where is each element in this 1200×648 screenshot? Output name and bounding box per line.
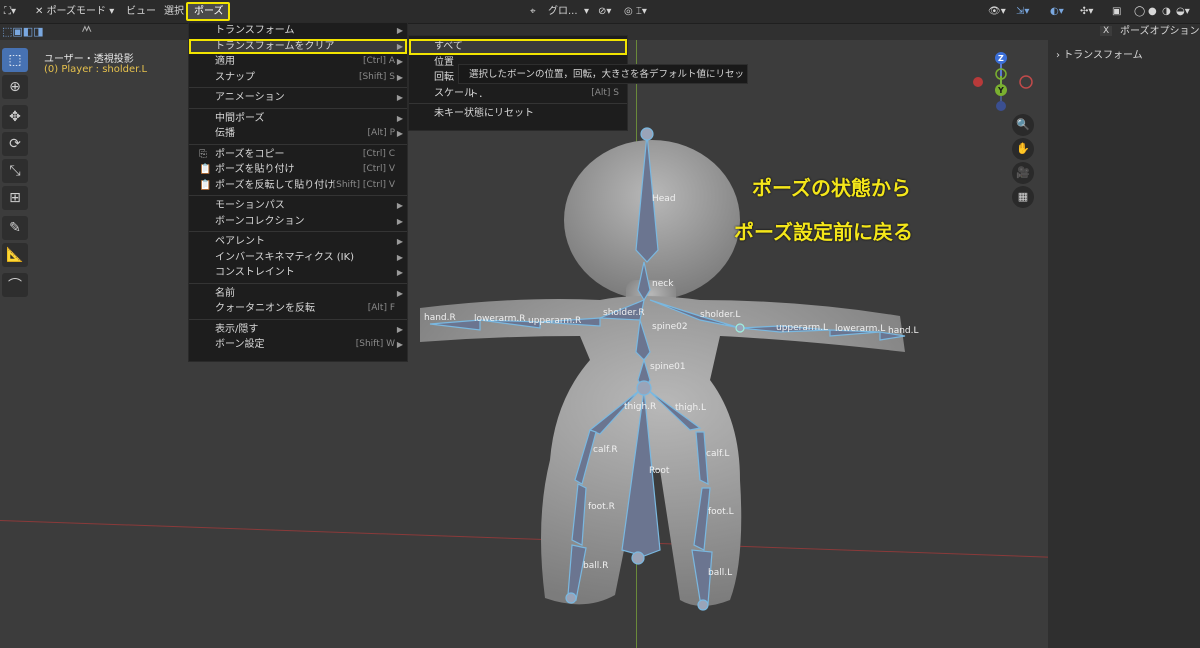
camera-icon[interactable]: 🎥 bbox=[1012, 162, 1034, 184]
bone-label: neck bbox=[652, 279, 674, 289]
scale-icon[interactable]: ⤡ bbox=[2, 159, 28, 183]
menu-item-paste-pose[interactable]: 📋 ポーズを貼り付け [Ctrl] V bbox=[189, 162, 407, 178]
bone-label: thigh.R bbox=[624, 402, 657, 412]
bone-label: ball.R bbox=[583, 561, 609, 571]
annotation-line-1: ポーズの状態から bbox=[752, 176, 911, 200]
viewport-active-object: (0) Player : sholder.L bbox=[44, 64, 148, 75]
bone-label: ball.L bbox=[708, 568, 733, 578]
sidebar-section-label: トランスフォーム bbox=[1063, 50, 1143, 61]
gizmo-y-label: Y bbox=[998, 86, 1004, 95]
move-icon[interactable]: ✥ bbox=[2, 105, 28, 129]
bone-label: foot.L bbox=[708, 507, 734, 517]
menu-item-show-hide[interactable]: 表示/隠す ▶ bbox=[189, 322, 407, 338]
bone-tool-icon[interactable]: ⌒ bbox=[2, 273, 28, 297]
menu-item-propagate[interactable]: 伝播 [Alt] P ▶ bbox=[189, 126, 407, 142]
bone-label: spine01 bbox=[650, 362, 686, 372]
menu-item-clear-transform[interactable]: トランスフォームをクリア ▶ bbox=[189, 38, 407, 54]
bone-label: sholder.L bbox=[700, 310, 741, 320]
annotation-line-2: ポーズ設定前に戻る bbox=[734, 220, 913, 244]
bone-label: thigh.L bbox=[675, 403, 707, 413]
menu-item-copy-pose[interactable]: ⎘ ポーズをコピー [Ctrl] C bbox=[189, 147, 407, 163]
viewport-title: ユーザー・透視投影 bbox=[44, 54, 134, 65]
gizmo-z-label: Z bbox=[998, 54, 1004, 63]
menu-item-snap[interactable]: スナップ [Shift] S ▶ bbox=[189, 70, 407, 86]
menu-item-transform[interactable]: トランスフォーム ▶ bbox=[189, 23, 407, 39]
pose-menu: トランスフォーム ▶ トランスフォームをクリア ▶ 適用 [Ctrl] A ▶ スナップ… bbox=[188, 22, 408, 362]
bone-label: upperarm.L bbox=[776, 323, 829, 333]
menu-item-parent[interactable]: ペアレント ▶ bbox=[189, 234, 407, 250]
zoom-icon[interactable]: 🔍 bbox=[1012, 114, 1034, 136]
bone-label: calf.R bbox=[593, 445, 618, 455]
paste-flipped-icon: 📋 bbox=[199, 179, 212, 191]
paste-icon: 📋 bbox=[199, 164, 212, 175]
character-mesh bbox=[420, 140, 905, 606]
copy-icon: ⎘ bbox=[199, 148, 207, 160]
bone-label: hand.R bbox=[424, 313, 456, 323]
measure-icon[interactable]: 📐 bbox=[2, 243, 28, 267]
menu-item-animation[interactable]: アニメーション ▶ bbox=[189, 90, 407, 106]
menu-item-paste-flipped[interactable]: 📋 ポーズを反転して貼り付け [Shift] [Ctrl] V bbox=[189, 178, 407, 194]
annotate-icon[interactable]: ✎ bbox=[2, 216, 28, 240]
left-toolbar: ⬚ ⊕ ✥ ⟳ ⤡ ⊞ ✎ 📐 ⌒ bbox=[2, 48, 30, 300]
bone-label: Head bbox=[652, 194, 676, 204]
menu-item-apply[interactable]: 適用 [Ctrl] A ▶ bbox=[189, 54, 407, 70]
menu-item-constraints[interactable]: コンストレイント ▶ bbox=[189, 265, 407, 281]
bone-label: lowerarm.R bbox=[474, 314, 526, 324]
submenu-item-reset-unkeyed[interactable]: 未キー状態にリセット bbox=[409, 106, 627, 122]
sidebar-panel bbox=[1048, 40, 1200, 648]
pan-hand-icon[interactable]: ✋ bbox=[1012, 138, 1034, 160]
ortho-grid-icon[interactable]: ▦ bbox=[1012, 186, 1034, 208]
select-box-icon[interactable]: ⬚ bbox=[2, 48, 28, 72]
menu-item-ik[interactable]: インバースキネマティクス (IK) ▶ bbox=[189, 250, 407, 266]
menu-item-motion-paths[interactable]: モーションパス ▶ bbox=[189, 198, 407, 214]
bone-label: spine02 bbox=[652, 322, 688, 332]
menu-item-bone-collections[interactable]: ボーンコレクション ▶ bbox=[189, 214, 407, 230]
bone-label: foot.R bbox=[588, 502, 615, 512]
sidebar-transform-section[interactable]: › トランスフォーム bbox=[1056, 46, 1143, 61]
bone-label: sholder.R bbox=[603, 308, 645, 318]
rotate-icon[interactable]: ⟳ bbox=[2, 132, 28, 156]
cursor-icon[interactable]: ⊕ bbox=[2, 75, 28, 99]
bone-label: Root bbox=[649, 466, 670, 476]
menu-item-inbetween[interactable]: 中間ポーズ ▶ bbox=[189, 111, 407, 127]
submenu-item-scale[interactable]: スケール [Alt] S bbox=[409, 86, 627, 102]
transform-icon[interactable]: ⊞ bbox=[2, 186, 28, 210]
menu-item-flip-quaternion[interactable]: クォータニオンを反転 [Alt] F bbox=[189, 301, 407, 317]
submenu-item-all[interactable]: すべて bbox=[409, 39, 627, 55]
menu-item-names[interactable]: 名前 ▶ bbox=[189, 286, 407, 302]
tooltip: 選択したボーンの位置，回転，大きさを各デフォルト値にリセット． bbox=[458, 64, 748, 100]
bone-label: lowerarm.L bbox=[835, 324, 886, 334]
bone-label: calf.L bbox=[706, 449, 730, 459]
bone-label: hand.L bbox=[888, 326, 919, 336]
menu-item-bone-settings[interactable]: ボーン設定 [Shift] W ▶ bbox=[189, 337, 407, 353]
bone-label: upperarm.R bbox=[528, 316, 582, 326]
